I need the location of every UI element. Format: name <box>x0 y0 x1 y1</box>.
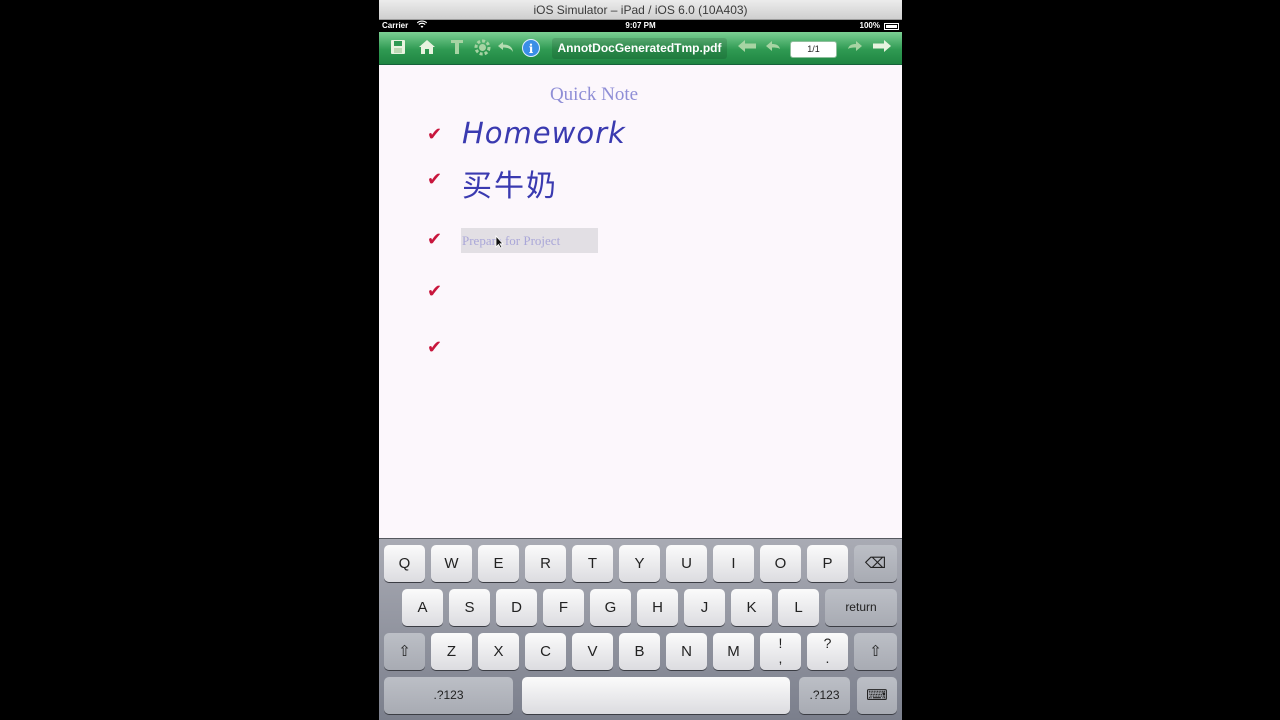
checkmark-icon[interactable]: ✔ <box>427 231 445 249</box>
key-w[interactable]: W <box>431 545 472 582</box>
key-p[interactable]: P <box>807 545 848 582</box>
space-bar[interactable] <box>522 677 790 714</box>
status-time: 9:07 PM <box>625 21 656 30</box>
key-z[interactable]: Z <box>431 633 472 670</box>
delete-key[interactable]: ⌫ <box>854 545 897 582</box>
shift-key-right[interactable]: ⇧ <box>854 633 897 670</box>
home-icon[interactable] <box>418 39 436 57</box>
key-top-char: ? <box>823 635 832 651</box>
key-bottom-char: . <box>825 650 830 666</box>
back-arrow-icon[interactable] <box>737 39 756 57</box>
key-top-char: ! <box>778 635 783 651</box>
on-screen-keyboard: Q W E R T Y U I O P ⌫ A S D F G H J K L … <box>379 538 902 720</box>
checkmark-icon[interactable]: ✔ <box>427 283 445 301</box>
forward-arrow-icon[interactable] <box>872 39 891 57</box>
note-item-input[interactable]: Prepare for Project <box>461 228 598 253</box>
shift-key-left[interactable]: ⇧ <box>384 633 425 670</box>
key-h[interactable]: H <box>637 589 678 626</box>
key-c[interactable]: C <box>525 633 566 670</box>
ios-status-bar: Carrier 9:07 PM 100% <box>379 20 902 32</box>
key-e[interactable]: E <box>478 545 519 582</box>
next-icon[interactable] <box>846 39 864 57</box>
page-number-field[interactable]: 1/1 <box>790 41 837 58</box>
simulator-title-bar: iOS Simulator – iPad / iOS 6.0 (10A403) <box>379 0 902 20</box>
handwritten-item[interactable]: Homework <box>462 116 626 150</box>
hide-keyboard-icon[interactable]: ⌨ <box>857 677 897 714</box>
key-k[interactable]: K <box>731 589 772 626</box>
key-x[interactable]: X <box>478 633 519 670</box>
note-title: Quick Note <box>549 84 639 105</box>
key-y[interactable]: Y <box>619 545 660 582</box>
key-q[interactable]: Q <box>384 545 425 582</box>
checkmark-icon[interactable]: ✔ <box>427 171 445 189</box>
previous-icon[interactable] <box>764 39 782 57</box>
ios-simulator-window: iOS Simulator – iPad / iOS 6.0 (10A403) … <box>379 0 902 720</box>
key-m[interactable]: M <box>713 633 754 670</box>
save-icon[interactable] <box>389 39 407 57</box>
return-key[interactable]: return <box>825 589 897 626</box>
checkmark-icon[interactable]: ✔ <box>427 126 445 144</box>
quick-note-page: Quick Note ✔ Homework ✔ 买牛奶 ✔ Prepare fo… <box>379 66 902 538</box>
key-bottom-char: , <box>778 650 783 666</box>
undo-icon[interactable] <box>497 39 515 57</box>
key-t[interactable]: T <box>572 545 613 582</box>
settings-icon[interactable] <box>473 39 491 57</box>
numbers-key-right[interactable]: .?123 <box>799 677 850 714</box>
key-a[interactable]: A <box>402 589 443 626</box>
document-name: AnnotDocGeneratedTmp.pdf <box>552 38 727 59</box>
key-question-period[interactable]: ? . <box>807 633 848 670</box>
mouse-cursor-icon <box>495 234 504 249</box>
key-i[interactable]: I <box>713 545 754 582</box>
key-j[interactable]: J <box>684 589 725 626</box>
text-icon[interactable] <box>448 39 466 57</box>
battery-icon <box>884 23 899 30</box>
key-d[interactable]: D <box>496 589 537 626</box>
key-o[interactable]: O <box>760 545 801 582</box>
key-l[interactable]: L <box>778 589 819 626</box>
checkmark-icon[interactable]: ✔ <box>427 339 445 357</box>
key-r[interactable]: R <box>525 545 566 582</box>
key-b[interactable]: B <box>619 633 660 670</box>
key-exclaim-comma[interactable]: ! , <box>760 633 801 670</box>
key-f[interactable]: F <box>543 589 584 626</box>
key-v[interactable]: V <box>572 633 613 670</box>
battery-percent: 100% <box>859 21 880 30</box>
handwritten-item[interactable]: 买牛奶 <box>462 161 558 205</box>
key-g[interactable]: G <box>590 589 631 626</box>
key-s[interactable]: S <box>449 589 490 626</box>
numbers-key-left[interactable]: .?123 <box>384 677 513 714</box>
key-u[interactable]: U <box>666 545 707 582</box>
window-title: iOS Simulator – iPad / iOS 6.0 (10A403) <box>533 3 748 17</box>
pdf-toolbar: i AnnotDocGeneratedTmp.pdf 1/1 <box>379 32 902 65</box>
info-icon[interactable]: i <box>522 39 540 57</box>
key-n[interactable]: N <box>666 633 707 670</box>
